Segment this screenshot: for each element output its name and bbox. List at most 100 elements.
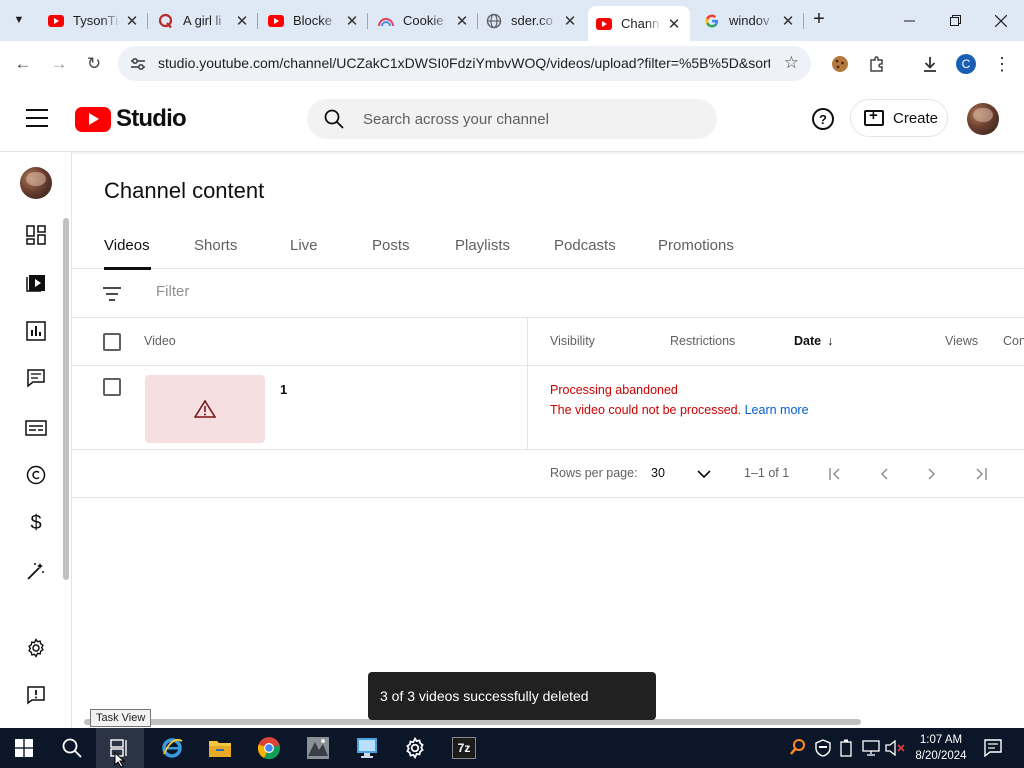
close-icon[interactable]: ✕ bbox=[124, 12, 140, 30]
comments-icon[interactable] bbox=[24, 366, 48, 390]
back-button[interactable]: ← bbox=[8, 49, 38, 79]
control-panel-button[interactable] bbox=[343, 728, 391, 768]
channel-avatar[interactable] bbox=[20, 167, 52, 199]
close-icon[interactable]: ✕ bbox=[780, 12, 796, 30]
analytics-icon[interactable] bbox=[24, 319, 48, 343]
reload-button[interactable]: ↻ bbox=[79, 49, 109, 79]
cookie-extension-button[interactable] bbox=[825, 49, 855, 79]
tab-promotions[interactable]: Promotions bbox=[658, 237, 734, 254]
close-icon[interactable]: ✕ bbox=[234, 12, 250, 30]
create-button[interactable]: Create bbox=[850, 99, 948, 137]
earn-icon[interactable]: $ bbox=[24, 511, 48, 535]
chrome-button[interactable] bbox=[245, 728, 293, 768]
tab-playlists[interactable]: Playlists bbox=[455, 237, 510, 254]
extensions-button[interactable] bbox=[862, 49, 892, 79]
select-all-checkbox[interactable] bbox=[103, 333, 121, 351]
feedback-icon[interactable] bbox=[24, 683, 48, 707]
first-page-icon[interactable] bbox=[824, 462, 848, 486]
volume-muted-icon[interactable] bbox=[885, 739, 905, 759]
studio-logo[interactable]: Studio bbox=[75, 105, 187, 133]
site-info-icon[interactable] bbox=[128, 54, 148, 74]
search-icon[interactable] bbox=[323, 108, 345, 130]
tab-posts[interactable]: Posts bbox=[372, 237, 410, 254]
close-icon bbox=[995, 14, 1007, 27]
filter-icon[interactable] bbox=[103, 287, 121, 301]
search-input[interactable] bbox=[363, 99, 703, 139]
settings-gear-icon[interactable] bbox=[24, 636, 48, 660]
url-text[interactable]: studio.youtube.com/channel/UCZakC1xDWSI0… bbox=[158, 55, 770, 71]
channel-search[interactable] bbox=[307, 99, 717, 139]
browser-tab-2[interactable]: A girl li ✕ bbox=[150, 6, 258, 35]
browser-tab-7[interactable]: windov ✕ bbox=[696, 6, 804, 35]
minimize-button[interactable] bbox=[886, 0, 932, 41]
video-title[interactable]: 1 bbox=[280, 382, 287, 397]
youtube-favicon-icon bbox=[268, 13, 284, 29]
profile-avatar: C bbox=[956, 54, 976, 74]
table-row[interactable]: 1 Processing abandoned The video could n… bbox=[72, 366, 1024, 450]
nav-scrollbar[interactable] bbox=[63, 218, 69, 580]
pagination: Rows per page: 30 1–1 of 1 bbox=[72, 450, 1024, 498]
image-app-button[interactable] bbox=[294, 728, 342, 768]
close-icon[interactable]: ✕ bbox=[562, 12, 578, 30]
account-avatar[interactable] bbox=[967, 103, 999, 135]
7zip-button[interactable]: 7z bbox=[440, 728, 488, 768]
browser-menu-button[interactable]: ⋮ bbox=[987, 49, 1017, 79]
network-icon[interactable] bbox=[862, 740, 880, 759]
taskbar-search-button[interactable] bbox=[48, 728, 96, 768]
address-bar[interactable]: studio.youtube.com/channel/UCZakC1xDWSI0… bbox=[118, 46, 811, 81]
content-icon[interactable] bbox=[24, 270, 48, 294]
copyright-icon[interactable] bbox=[24, 463, 48, 487]
video-thumbnail[interactable] bbox=[145, 375, 265, 443]
customization-wand-icon[interactable] bbox=[24, 559, 48, 583]
tab-title: Cookie bbox=[403, 13, 444, 28]
dashboard-icon[interactable] bbox=[24, 223, 48, 247]
last-page-icon[interactable] bbox=[968, 462, 992, 486]
notifications-icon[interactable] bbox=[984, 739, 1002, 760]
close-icon[interactable]: ✕ bbox=[344, 12, 360, 30]
status-detail: The video could not be processed. bbox=[550, 403, 742, 417]
settings-button[interactable] bbox=[391, 728, 439, 768]
filter-input[interactable] bbox=[156, 283, 456, 300]
new-tab-button[interactable]: + bbox=[808, 8, 830, 32]
restore-button[interactable] bbox=[932, 0, 978, 41]
row-checkbox[interactable] bbox=[103, 378, 121, 396]
rows-per-page-value[interactable]: 30 bbox=[651, 466, 665, 480]
browser-tab-5[interactable]: sder.co ✕ bbox=[478, 6, 586, 35]
file-explorer-button[interactable] bbox=[196, 728, 244, 768]
security-shield-icon[interactable] bbox=[815, 739, 831, 760]
tab-shorts[interactable]: Shorts bbox=[194, 237, 237, 254]
forward-button[interactable]: → bbox=[44, 49, 74, 79]
next-page-icon[interactable] bbox=[920, 462, 944, 486]
internet-explorer-button[interactable] bbox=[148, 728, 196, 768]
chevron-down-icon[interactable] bbox=[692, 462, 716, 486]
close-icon[interactable]: ✕ bbox=[666, 15, 682, 33]
left-nav-rail: $ bbox=[0, 152, 72, 728]
windows-taskbar: 7z 1:07 AM 8/20/2024 bbox=[0, 728, 1024, 768]
menu-icon[interactable] bbox=[26, 109, 48, 127]
previous-page-icon[interactable] bbox=[872, 462, 896, 486]
bookmark-star-icon[interactable]: ☆ bbox=[784, 53, 799, 73]
youtube-logo-icon bbox=[75, 106, 111, 132]
browser-tab-4[interactable]: Cookie ✕ bbox=[370, 6, 478, 35]
help-icon[interactable]: ? bbox=[812, 108, 834, 130]
browser-tab-3[interactable]: Blocke ✕ bbox=[260, 6, 368, 35]
window-close-button[interactable] bbox=[978, 0, 1024, 41]
taskbar-clock[interactable]: 1:07 AM 8/20/2024 bbox=[910, 732, 972, 764]
browser-tab-6-active[interactable]: Chann ✕ bbox=[588, 6, 690, 41]
close-icon[interactable]: ✕ bbox=[454, 12, 470, 30]
tab-search-button[interactable]: ▼ bbox=[6, 8, 32, 32]
learn-more-link[interactable]: Learn more bbox=[745, 403, 809, 417]
arrow-left-icon: ← bbox=[14, 54, 32, 73]
browser-tab-1[interactable]: TysonTi ✕ bbox=[40, 6, 148, 35]
column-date-sort[interactable]: Date ↓ bbox=[794, 334, 833, 348]
tab-videos[interactable]: Videos bbox=[104, 237, 150, 254]
battery-icon[interactable] bbox=[840, 739, 852, 760]
profile-button[interactable]: C bbox=[951, 49, 981, 79]
downloads-button[interactable] bbox=[915, 49, 945, 79]
internet-explorer-icon bbox=[162, 738, 183, 758]
tab-podcasts[interactable]: Podcasts bbox=[554, 237, 616, 254]
start-button[interactable] bbox=[0, 728, 48, 768]
subtitles-icon[interactable] bbox=[24, 416, 48, 440]
tab-live[interactable]: Live bbox=[290, 237, 318, 254]
search-tray-icon[interactable] bbox=[790, 738, 806, 759]
